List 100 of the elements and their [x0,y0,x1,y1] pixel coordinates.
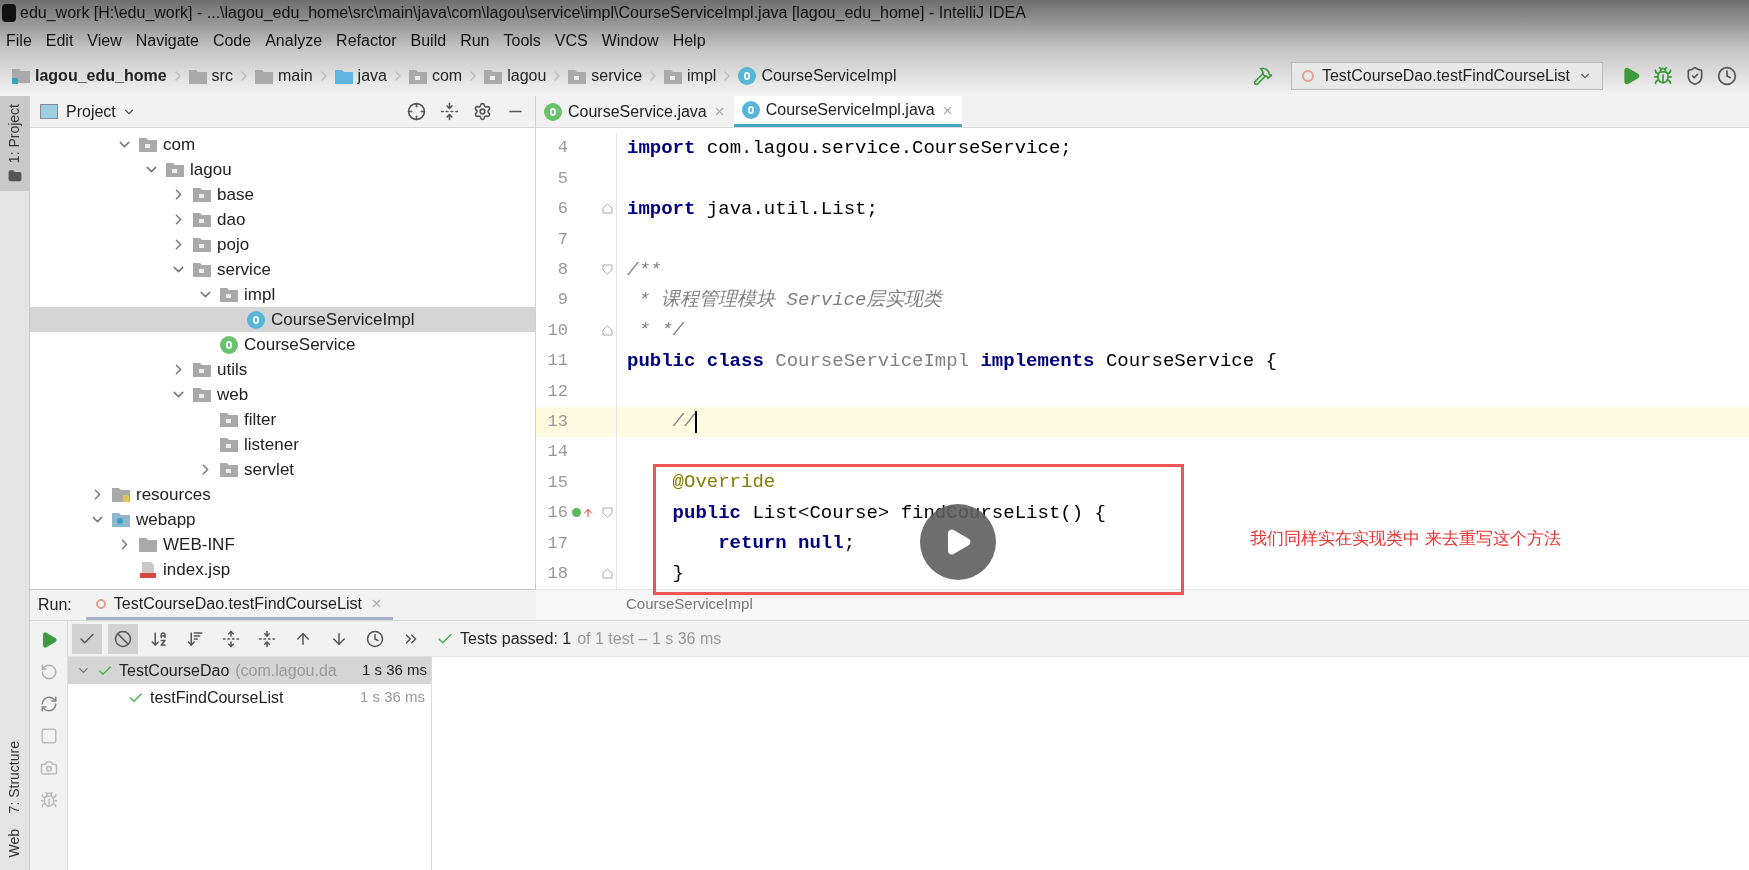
annotation-text: 我们同样实在实现类中 来去重写这个方法 [1250,528,1561,550]
run-icon[interactable] [1621,66,1641,86]
line-number: 10 [546,319,568,342]
line-number: 9 [556,289,568,312]
collapse-icon [258,629,276,648]
menu-item[interactable]: View [87,29,122,53]
project-view-dropdown[interactable]: Project [66,99,136,124]
code-line: import java.util.List; [627,196,878,222]
debug-icon[interactable] [1653,66,1673,86]
breadcrumb-item[interactable]: src [188,64,233,88]
jsp-file-icon [139,560,157,579]
folder-icon [334,68,353,84]
fold-marker-icon[interactable] [601,507,613,519]
code-line: // [671,409,698,435]
refresh-icon[interactable] [39,695,58,713]
test-status: Tests passed: 1 [460,628,572,649]
code-line: import com.lagou.service.CourseService; [627,135,1072,161]
test-row[interactable]: testFindCourseList 1 s 36 ms [68,684,431,711]
menu-item[interactable]: Help [672,29,706,53]
package-folder-icon [166,162,184,177]
menu-item[interactable]: Build [410,29,447,53]
menu-item[interactable]: Code [212,29,252,53]
editor-breadcrumb[interactable]: CourseServiceImpl [626,593,753,616]
tree-item[interactable]: CourseServiceImpl [30,307,535,332]
code-line: public class CourseServiceImpl implements CourseService { [627,348,1277,374]
coverage-icon[interactable] [1685,66,1705,86]
class-icon [247,310,265,329]
menu-item[interactable]: Navigate [135,29,199,53]
code-line: } [671,561,684,587]
test-config-icon [1301,70,1314,82]
breadcrumb-item[interactable]: java [334,64,387,88]
code-line: * */ [637,318,684,344]
build-icon[interactable] [1252,66,1273,86]
folder-icon [112,512,130,527]
package-folder-icon [664,68,683,84]
window-title: edu_work [H:\edu_work] - ...\lagou_edu_home\src\main\java\com\lagou\service\impl\CourseServiceImpl.java [lagou_edu_home] - IntelliJ IDEA [20,3,1026,23]
menu-item[interactable]: Analyze [265,29,323,53]
package-folder-icon [408,68,427,84]
run-config-dropdown[interactable]: TestCourseDao.testFindCourseList [1290,62,1603,90]
editor-tab[interactable]: CourseService.java [536,96,734,127]
folder-icon [112,487,130,502]
sort-alpha-icon [150,629,168,648]
check-button[interactable] [72,623,102,654]
package-folder-icon [193,387,211,402]
package-folder-icon [193,237,211,252]
line-number: 5 [556,167,568,190]
settings-icon[interactable] [473,102,492,121]
ban-button[interactable] [108,623,138,654]
run-label: Run: [38,595,72,615]
fold-marker-icon[interactable] [601,203,613,215]
profiler-icon[interactable] [1717,66,1737,86]
menu-item[interactable]: Edit [45,29,74,53]
breadcrumb-item[interactable]: com [408,64,463,88]
line-number: 14 [546,441,568,464]
breadcrumb-item[interactable]: lagou [484,64,547,88]
ban-icon [114,629,132,648]
line-number: 7 [556,228,568,251]
test-row[interactable]: TestCourseDao (com.lagou.da 1 s 36 ms [68,657,431,684]
menu-item[interactable]: File [6,29,32,53]
code-line: @Override [671,470,776,496]
package-folder-icon [220,287,238,302]
class-icon [741,101,760,119]
implements-marker-icon[interactable] [572,506,594,519]
breadcrumb-item[interactable]: lagou_edu_home [12,64,167,88]
fold-marker-icon[interactable] [601,325,613,337]
breadcrumb-item[interactable]: main [254,64,313,88]
line-number: 11 [546,350,568,373]
test-config-icon [95,598,106,609]
editor-tab[interactable]: CourseServiceImpl.java [733,96,962,127]
fold-marker-icon[interactable] [601,264,613,276]
package-folder-icon [568,68,587,84]
package-folder-icon [484,68,503,84]
menu-item[interactable]: VCS [554,29,588,53]
menu-item[interactable]: Refactor [336,29,397,53]
line-number: 8 [556,259,568,281]
test-summary: of 1 test – 1 s 36 ms [577,628,722,649]
breadcrumb-item[interactable]: service [568,64,643,88]
locate-icon[interactable] [407,102,426,121]
menu-item[interactable]: Tools [503,29,541,53]
code-line: return null; [717,531,856,556]
menu-item[interactable]: Run [460,29,490,53]
fold-marker-icon[interactable] [601,568,613,580]
code-line: * 课程管理模块 Service层实现类 [637,287,943,313]
expand-icon [222,629,240,648]
class-icon [738,67,757,85]
folder-icon [7,169,22,184]
sort-icon [186,629,204,648]
clock-icon [366,629,384,648]
breadcrumb-item[interactable]: impl [664,64,717,88]
package-folder-icon [220,412,238,427]
menu-item[interactable]: Window [601,29,659,53]
module-icon [12,68,30,84]
package-folder-icon [193,262,211,277]
interface-icon [220,335,238,354]
collapse-icon[interactable] [440,102,459,121]
project-view-icon [40,104,58,119]
tool-window-tab[interactable]: 1: Project [0,96,29,192]
folder-icon [139,537,157,552]
breadcrumb-item[interactable]: CourseServiceImpl [738,64,897,88]
folder-icon [188,68,207,84]
